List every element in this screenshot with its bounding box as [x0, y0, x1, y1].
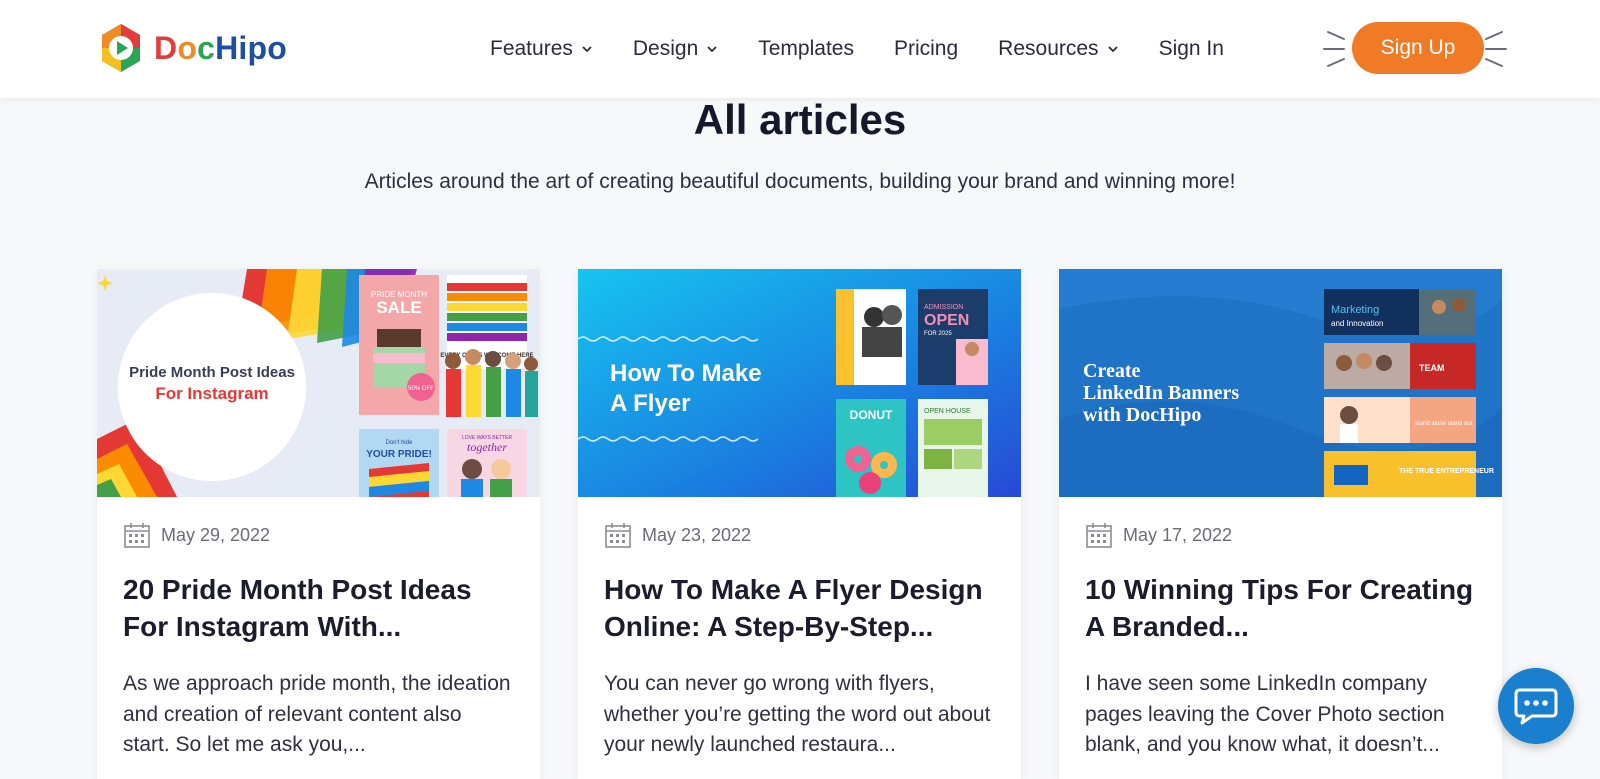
article-title[interactable]: 20 Pride Month Post Ideas For Instagram …: [123, 571, 514, 645]
logo-letter: c: [197, 29, 216, 66]
thumb-marketing: Marketing: [1331, 304, 1379, 316]
logo-wordmark: DocHipo: [154, 30, 287, 67]
pride-thumbnail-image: Pride Month Post Ideas For Instagram PRI…: [97, 269, 540, 497]
page-title: All articles: [693, 96, 907, 143]
article-excerpt: As we approach pride month, the ideation…: [123, 672, 511, 756]
chevron-down-icon: [582, 46, 592, 53]
nav-templates-label: Templates: [758, 37, 854, 60]
article-card-body: May 17, 2022 10 Winning Tips For Creatin…: [1059, 497, 1502, 761]
page-subtitle: Articles around the art of creating beau…: [364, 170, 1236, 193]
logo-letter: Hipo: [215, 29, 287, 66]
logo-letter: D: [154, 29, 178, 66]
article-date: May 17, 2022: [1123, 524, 1233, 545]
thumb-line1: Pride Month Post Ideas: [129, 364, 295, 381]
thumb-innovation: and Innovation: [1331, 319, 1384, 328]
thumb-line2: For Instagram: [155, 384, 268, 403]
thumb-team: TEAM: [1419, 363, 1445, 373]
linkedin-thumbnail-image: Create LinkedIn Banners with DocHipo Mar…: [1059, 269, 1502, 497]
nav-resources[interactable]: Resources: [998, 37, 1118, 61]
banner-sample-stand-out: stand alone stand out: [1324, 397, 1476, 443]
article-card[interactable]: Create LinkedIn Banners with DocHipo Mar…: [1059, 269, 1502, 779]
article-card[interactable]: How To Make A Flyer ADMISSION OPEN FOR 2…: [578, 269, 1021, 779]
nav-features-label: Features: [490, 37, 573, 60]
main-nav: Features Design Templates Pricing Resour…: [490, 0, 1264, 98]
article-card-body: May 29, 2022 20 Pride Month Post Ideas F…: [97, 497, 540, 761]
sign-up-area: Sign Up: [1322, 18, 1508, 80]
thumb-stand-out: stand alone stand out: [1415, 421, 1473, 427]
thumb-line1: Create: [1083, 360, 1140, 382]
nav-resources-label: Resources: [998, 37, 1099, 60]
thumb-pride-top: Don't hide: [386, 440, 413, 446]
article-date: May 23, 2022: [642, 524, 752, 545]
banner-sample-team: TEAM: [1324, 343, 1476, 389]
article-date-row: May 29, 2022: [123, 521, 514, 549]
calendar-icon: [605, 523, 631, 548]
article-card[interactable]: Pride Month Post Ideas For Instagram PRI…: [97, 269, 540, 779]
sign-in-link[interactable]: Sign In: [1159, 37, 1224, 61]
thumb-open: OPEN: [924, 312, 969, 329]
article-thumbnail[interactable]: Create LinkedIn Banners with DocHipo Mar…: [1059, 269, 1502, 497]
article-date-row: May 17, 2022: [1085, 521, 1476, 549]
thumb-year: FOR 2025: [924, 331, 952, 337]
calendar-icon: [1086, 523, 1112, 548]
logo-letter: o: [177, 29, 198, 66]
sign-in-label: Sign In: [1158, 37, 1224, 60]
article-date-row: May 23, 2022: [604, 521, 995, 549]
sign-up-button[interactable]: Sign Up: [1352, 22, 1484, 74]
article-excerpt: I have seen some LinkedIn company pages …: [1085, 672, 1445, 756]
thumb-donut: DONUT: [850, 408, 893, 422]
thumb-sale-off: 50% OFF: [408, 386, 434, 392]
dochipo-logo[interactable]: DocHipo: [96, 22, 287, 74]
article-title[interactable]: How To Make A Flyer Design Online: A Ste…: [604, 571, 995, 645]
thumb-pride: YOUR PRIDE!: [366, 449, 432, 460]
article-excerpt: You can never go wrong with flyers, whet…: [604, 672, 991, 756]
article-thumbnail[interactable]: Pride Month Post Ideas For Instagram PRI…: [97, 269, 540, 497]
article-grid: Pride Month Post Ideas For Instagram PRI…: [97, 269, 1502, 779]
flyer-sample-donut: DONUT: [836, 399, 906, 497]
article-thumbnail[interactable]: How To Make A Flyer ADMISSION OPEN FOR 2…: [578, 269, 1021, 497]
flyer-thumbnail-image: How To Make A Flyer ADMISSION OPEN FOR 2…: [578, 269, 1021, 497]
dochipo-logo-icon: [102, 24, 140, 72]
flyer-sample-business: [836, 289, 906, 385]
chevron-down-icon: [707, 46, 717, 53]
calendar-icon: [124, 523, 150, 548]
chat-bubble-icon: [1514, 688, 1558, 725]
article-title[interactable]: 10 Winning Tips For Creating A Branded..…: [1085, 571, 1476, 645]
chat-widget-button[interactable]: [1498, 668, 1574, 744]
article-card-body: May 23, 2022 How To Make A Flyer Design …: [578, 497, 1021, 761]
nav-design-label: Design: [632, 37, 699, 60]
nav-features[interactable]: Features: [490, 37, 593, 61]
flyer-sample-admission: ADMISSION OPEN FOR 2025: [918, 289, 988, 385]
nav-templates[interactable]: Templates: [758, 37, 854, 61]
thumb-line2: A Flyer: [610, 390, 690, 417]
thumb-open-house: OPEN HOUSE: [924, 408, 971, 415]
thumb-admission: ADMISSION: [924, 304, 963, 311]
nav-design[interactable]: Design: [633, 37, 718, 61]
banner-sample-marketing: Marketing and Innovation: [1324, 289, 1476, 335]
site-header: DocHipo Features Design Templates Pricin…: [0, 0, 1600, 98]
chevron-down-icon: [1107, 46, 1118, 53]
article-date: May 29, 2022: [161, 524, 271, 545]
thumb-line1: How To Make: [610, 360, 762, 387]
nav-pricing-label: Pricing: [893, 37, 959, 60]
thumb-together: together: [467, 440, 507, 454]
thumb-line2: LinkedIn Banners: [1083, 382, 1239, 404]
flyer-sample-open-house: OPEN HOUSE: [918, 399, 988, 497]
thumb-sale: SALE: [376, 298, 421, 317]
banner-sample-entrepreneur: THE TRUE ENTREPRENEUR: [1324, 451, 1494, 497]
thumb-line3: with DocHipo: [1083, 404, 1201, 426]
thumb-entrepreneur: THE TRUE ENTREPRENEUR: [1399, 468, 1494, 475]
nav-pricing[interactable]: Pricing: [894, 37, 958, 61]
